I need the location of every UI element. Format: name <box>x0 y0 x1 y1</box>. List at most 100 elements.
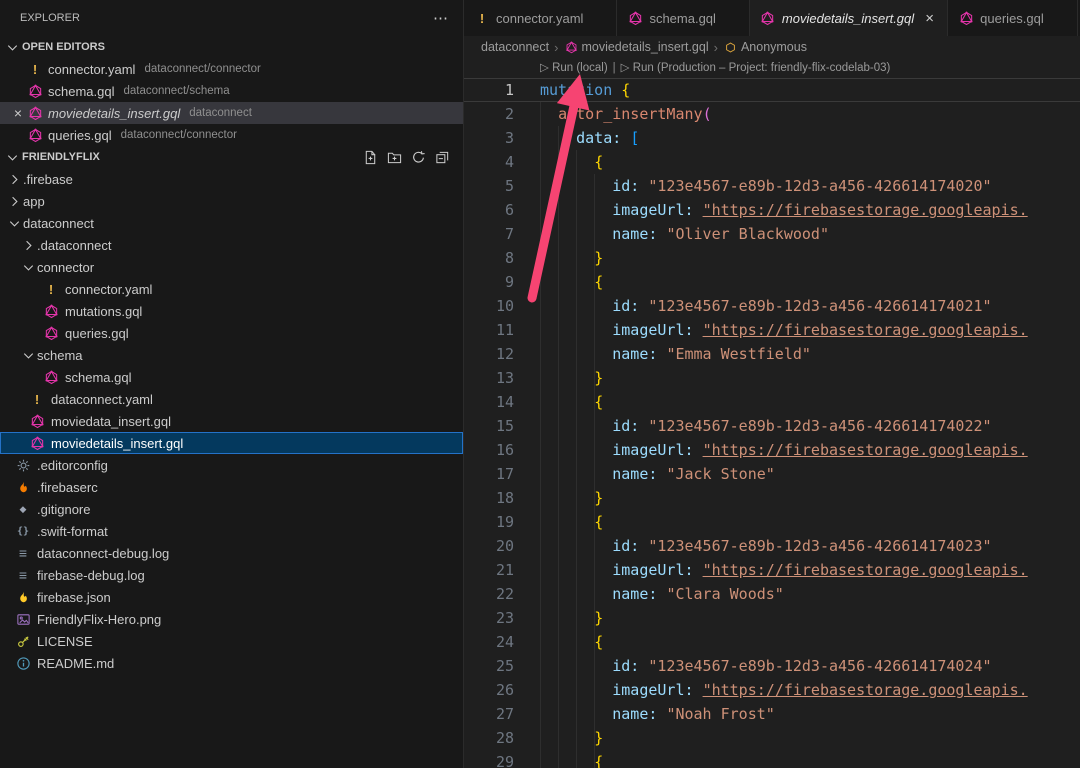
tree-item-queries.gql[interactable]: queries.gql <box>0 322 463 344</box>
code-line-26[interactable]: 26 imageUrl: "https://firebasestorage.go… <box>464 678 1080 702</box>
code-line-17[interactable]: 17 name: "Jack Stone" <box>464 462 1080 486</box>
code-line-14[interactable]: 14 { <box>464 390 1080 414</box>
code-line-22[interactable]: 22 name: "Clara Woods" <box>464 582 1080 606</box>
code-line-25[interactable]: 25 id: "123e4567-e89b-12d3-a456-42661417… <box>464 654 1080 678</box>
tree-item-.firebaserc[interactable]: .firebaserc <box>0 476 463 498</box>
close-icon[interactable]: × <box>921 10 938 27</box>
code-line-16[interactable]: 16 imageUrl: "https://firebasestorage.go… <box>464 438 1080 462</box>
breadcrumb-item-Anonymous[interactable]: Anonymous <box>723 40 807 54</box>
tree-item-dataconnect.yaml[interactable]: !dataconnect.yaml <box>0 388 463 410</box>
code-line-28[interactable]: 28 } <box>464 726 1080 750</box>
code-line-2[interactable]: 2 actor_insertMany( <box>464 102 1080 126</box>
code-line-5[interactable]: 5 id: "123e4567-e89b-12d3-a456-426614174… <box>464 174 1080 198</box>
tree-item-label: connector <box>37 260 94 275</box>
refresh-icon[interactable] <box>408 147 429 168</box>
tree-item-label: .editorconfig <box>37 458 108 473</box>
tab-label: connector.yaml <box>496 11 583 26</box>
indent-guide <box>594 174 595 768</box>
tree-item-.firebase[interactable]: .firebase <box>0 168 463 190</box>
more-actions-icon[interactable]: ⋯ <box>433 9 449 27</box>
run-local-link[interactable]: ▷ Run (local) <box>540 62 608 74</box>
open-editor-queries.gql[interactable]: queries.gqldataconnect/connector <box>0 124 463 146</box>
tree-item-.editorconfig[interactable]: .editorconfig <box>0 454 463 476</box>
tree-item-moviedata_insert.gql[interactable]: moviedata_insert.gql <box>0 410 463 432</box>
line-number: 11 <box>464 318 514 342</box>
open-editor-label: schema.gql <box>48 84 114 99</box>
code-line-10[interactable]: 10 id: "123e4567-e89b-12d3-a456-42661417… <box>464 294 1080 318</box>
tree-item-.gitignore[interactable]: ◆.gitignore <box>0 498 463 520</box>
code-line-23[interactable]: 23 } <box>464 606 1080 630</box>
tree-item-.swift-format[interactable]: {}.swift-format <box>0 520 463 542</box>
braces-icon: {} <box>14 526 32 537</box>
open-editor-connector.yaml[interactable]: !connector.yamldataconnect/connector <box>0 58 463 80</box>
code-line-9[interactable]: 9 { <box>464 270 1080 294</box>
code-line-11[interactable]: 11 imageUrl: "https://firebasestorage.go… <box>464 318 1080 342</box>
open-editors-label: OPEN EDITORS <box>22 41 105 53</box>
tree-item-schema.gql[interactable]: schema.gql <box>0 366 463 388</box>
tree-item-LICENSE[interactable]: LICENSE <box>0 630 463 652</box>
open-editor-label: moviedetails_insert.gql <box>48 106 180 121</box>
code-line-18[interactable]: 18 } <box>464 486 1080 510</box>
close-icon[interactable]: × <box>10 105 26 121</box>
tree-item-FriendlyFlix-Hero.png[interactable]: FriendlyFlix-Hero.png <box>0 608 463 630</box>
tab-queries.gql[interactable]: queries.gql× <box>948 0 1078 36</box>
tree-item-README.md[interactable]: README.md <box>0 652 463 674</box>
tree-item-moviedetails_insert.gql[interactable]: moviedetails_insert.gql <box>0 432 463 454</box>
line-number: 21 <box>464 558 514 582</box>
run-production-link[interactable]: ▷ Run (Production – Project: friendly-fl… <box>621 62 891 74</box>
friendlyflix-header[interactable]: FRIENDLYFLIX <box>0 146 463 168</box>
code-line-15[interactable]: 15 id: "123e4567-e89b-12d3-a456-42661417… <box>464 414 1080 438</box>
tree-item-label: README.md <box>37 656 114 671</box>
line-number: 9 <box>464 270 514 294</box>
tree-item-label: dataconnect-debug.log <box>37 546 169 561</box>
code-line-7[interactable]: 7 name: "Oliver Blackwood" <box>464 222 1080 246</box>
code-line-3[interactable]: 3 data: [ <box>464 126 1080 150</box>
open-editors-list: !connector.yamldataconnect/connectorsche… <box>0 58 463 146</box>
tree-item-connector.yaml[interactable]: !connector.yaml <box>0 278 463 300</box>
tree-item-dataconnect-debug.log[interactable]: ≡dataconnect-debug.log <box>0 542 463 564</box>
tab-moviedetails_insert.gql[interactable]: moviedetails_insert.gql× <box>750 0 948 36</box>
code-line-6[interactable]: 6 imageUrl: "https://firebasestorage.goo… <box>464 198 1080 222</box>
code-line-29[interactable]: 29 { <box>464 750 1080 768</box>
code-line-12[interactable]: 12 name: "Emma Westfield" <box>464 342 1080 366</box>
code-line-13[interactable]: 13 } <box>464 366 1080 390</box>
code-editor[interactable]: ▷ Run (local)|▷ Run (Production – Projec… <box>464 58 1080 768</box>
tree-item-mutations.gql[interactable]: mutations.gql <box>0 300 463 322</box>
tree-item-.dataconnect[interactable]: .dataconnect <box>0 234 463 256</box>
code-line-8[interactable]: 8 } <box>464 246 1080 270</box>
code-line-21[interactable]: 21 imageUrl: "https://firebasestorage.go… <box>464 558 1080 582</box>
tree-item-app[interactable]: app <box>0 190 463 212</box>
code-line-27[interactable]: 27 name: "Noah Frost" <box>464 702 1080 726</box>
line-number: 6 <box>464 198 514 222</box>
code-line-4[interactable]: 4 { <box>464 150 1080 174</box>
collapse-all-icon[interactable] <box>432 147 453 168</box>
symbol-icon <box>723 41 739 54</box>
breadcrumb-item-dataconnect[interactable]: dataconnect <box>481 40 549 54</box>
tab-schema.gql[interactable]: schema.gql× <box>617 0 749 36</box>
new-folder-icon[interactable] <box>384 147 405 168</box>
warning-icon: ! <box>28 392 46 407</box>
tree-item-schema[interactable]: schema <box>0 344 463 366</box>
open-editor-description: dataconnect/schema <box>123 85 229 97</box>
line-number: 7 <box>464 222 514 246</box>
tree-item-dataconnect[interactable]: dataconnect <box>0 212 463 234</box>
new-file-icon[interactable] <box>360 147 381 168</box>
code-line-1[interactable]: 1mutation { <box>464 78 1080 102</box>
code-line-20[interactable]: 20 id: "123e4567-e89b-12d3-a456-42661417… <box>464 534 1080 558</box>
tree-item-firebase.json[interactable]: firebase.json <box>0 586 463 608</box>
line-number: 28 <box>464 726 514 750</box>
open-editors-header[interactable]: OPEN EDITORS <box>0 36 463 58</box>
line-number: 4 <box>464 150 514 174</box>
tree-item-connector[interactable]: connector <box>0 256 463 278</box>
code-line-19[interactable]: 19 { <box>464 510 1080 534</box>
breadcrumb-item-moviedetails_insert.gql[interactable]: moviedetails_insert.gql <box>563 40 708 54</box>
tree-item-firebase-debug.log[interactable]: ≡firebase-debug.log <box>0 564 463 586</box>
tab-connector.yaml[interactable]: !connector.yaml× <box>464 0 617 36</box>
chevron-down-icon <box>6 215 22 231</box>
tab-label: schema.gql <box>649 11 715 26</box>
open-editor-moviedetails_insert.gql[interactable]: × moviedetails_insert.gql dataconnect <box>0 102 463 124</box>
open-editor-schema.gql[interactable]: schema.gql dataconnect/schema <box>0 80 463 102</box>
code-text: name: "Emma Westfield" <box>540 342 811 366</box>
open-editor-description: dataconnect <box>189 107 252 119</box>
code-line-24[interactable]: 24 { <box>464 630 1080 654</box>
